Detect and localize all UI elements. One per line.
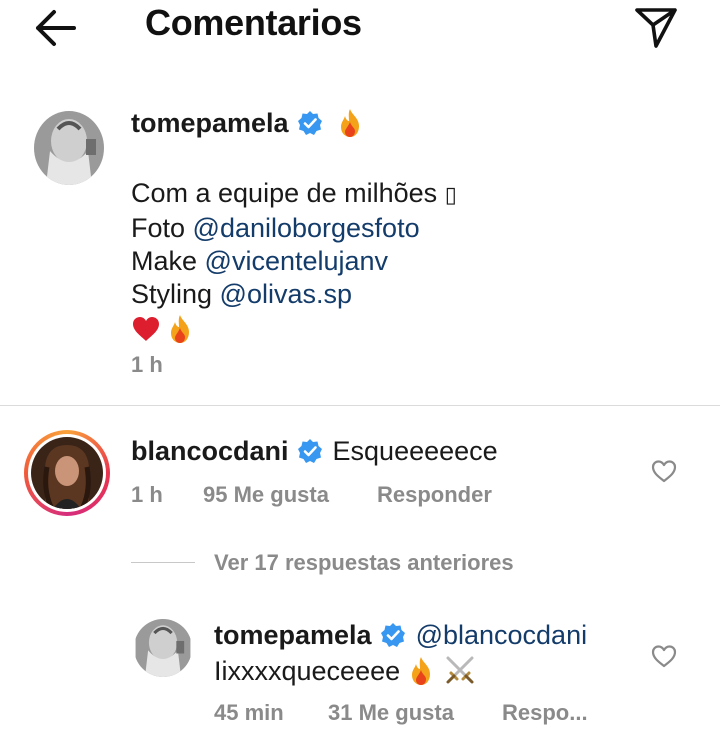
fire-emoji-icon [408, 656, 434, 686]
comment-likes[interactable]: 95 Me gusta [203, 482, 329, 508]
mention-link[interactable]: @blancocdani [416, 620, 588, 650]
divider [0, 405, 720, 406]
avatar[interactable] [34, 111, 104, 185]
heart-emoji-icon [131, 314, 161, 344]
avatar[interactable] [134, 619, 192, 677]
reply-header: tomepamela @blancocdani [214, 620, 587, 651]
reply-text: Iixxxxqueceeee [214, 656, 401, 686]
mention-link[interactable]: @olivas.sp [220, 279, 352, 309]
caption-time: 1 h [131, 352, 163, 377]
verified-badge-icon [380, 622, 406, 648]
heart-icon[interactable] [650, 643, 678, 669]
caption-label-foto: Foto [131, 213, 193, 243]
avatar [31, 437, 103, 509]
comment-time: 1 h [131, 482, 163, 507]
view-replies-button[interactable]: Ver 17 respuestas anteriores [214, 550, 514, 576]
reply-likes[interactable]: 31 Me gusta [328, 700, 454, 726]
caption-text: Com a equipe de milhões ▯ Foto @danilobo… [131, 177, 457, 347]
reply-text-row: Iixxxxqueceeee [214, 654, 476, 687]
mention-link[interactable]: @vicentelujanv [205, 246, 389, 276]
story-avatar[interactable] [24, 430, 110, 516]
page-title: Comentarios [145, 2, 362, 43]
crossed-swords-icon [444, 654, 476, 686]
verified-badge-icon [297, 438, 323, 464]
mention-link[interactable]: @daniloborgesfoto [193, 213, 420, 243]
reply-button[interactable]: Responder [377, 482, 492, 508]
emoji-glyph: ▯ [444, 183, 457, 208]
replies-line [131, 562, 195, 563]
heart-icon[interactable] [650, 458, 678, 484]
caption-username[interactable]: tomepamela [131, 108, 289, 138]
reply-time: 45 min [214, 700, 284, 725]
caption-line1: Com a equipe de milhões [131, 178, 445, 208]
comment-username[interactable]: blancocdani [131, 436, 289, 466]
comment-header: blancocdani Esqueeeeece [131, 436, 498, 467]
caption-label-styling: Styling [131, 279, 220, 309]
fire-emoji-icon [337, 108, 363, 138]
comment-text: Esqueeeeece [332, 436, 498, 466]
verified-badge-icon [297, 110, 323, 136]
send-icon[interactable] [632, 4, 680, 50]
fire-emoji-icon [167, 314, 193, 344]
reply-button[interactable]: Respo... [502, 700, 588, 726]
caption-label-make: Make [131, 246, 205, 276]
back-arrow-icon[interactable] [26, 6, 86, 50]
caption-header: tomepamela [131, 108, 363, 139]
reply-username[interactable]: tomepamela [214, 620, 372, 650]
